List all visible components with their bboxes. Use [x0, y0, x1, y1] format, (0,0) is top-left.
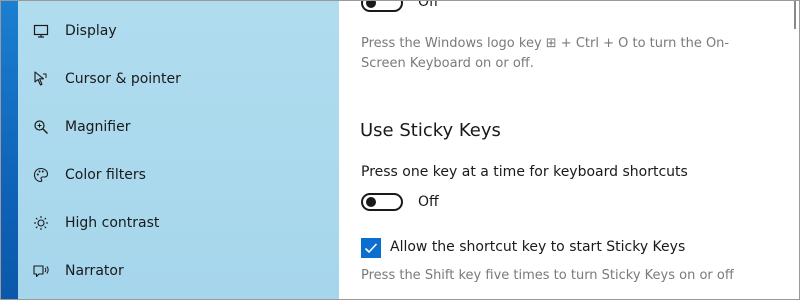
settings-content: Off Press the Windows logo key ⊞ + Ctrl … — [339, 0, 799, 299]
sidebar-item-narrator[interactable]: Narrator — [18, 247, 339, 295]
sticky-keys-shortcut-checkbox-label[interactable]: Allow the shortcut key to start Sticky K… — [390, 239, 685, 255]
monitor-icon — [32, 22, 50, 40]
sticky-keys-toggle-state: Off — [418, 194, 439, 210]
sticky-keys-shortcut-checkbox[interactable] — [361, 238, 381, 258]
settings-window: Display Cursor & pointer Magnifier Color… — [0, 0, 800, 300]
on-screen-keyboard-toggle[interactable] — [361, 1, 403, 12]
cursor-icon — [32, 70, 50, 88]
sidebar-item-label: Cursor & pointer — [65, 71, 181, 87]
sidebar-item-cursor-pointer[interactable]: Cursor & pointer — [18, 55, 339, 103]
sticky-keys-shortcut-description: Press the Shift key five times to turn S… — [361, 268, 734, 283]
toggle-knob — [366, 197, 376, 207]
high-contrast-icon — [32, 214, 50, 232]
checkmark-icon — [364, 239, 378, 258]
sidebar: Display Cursor & pointer Magnifier Color… — [18, 1, 339, 299]
sidebar-item-label: High contrast — [65, 215, 160, 231]
sidebar-item-label: Narrator — [65, 263, 124, 279]
sidebar-item-label: Display — [65, 23, 117, 39]
sticky-keys-toggle-description: Press one key at a time for keyboard sho… — [361, 164, 688, 180]
scrollbar[interactable] — [794, 1, 796, 29]
color-palette-icon — [32, 166, 50, 184]
sticky-keys-toggle[interactable] — [361, 193, 403, 211]
section-heading-sticky-keys: Use Sticky Keys — [360, 120, 501, 141]
sidebar-item-display[interactable]: Display — [18, 7, 339, 55]
magnifier-icon — [32, 118, 50, 136]
sidebar-item-label: Magnifier — [65, 119, 131, 135]
narrator-icon — [32, 262, 50, 280]
toggle-knob — [366, 1, 376, 8]
sidebar-item-color-filters[interactable]: Color filters — [18, 151, 339, 199]
on-screen-keyboard-description: Press the Windows logo key ⊞ + Ctrl + O … — [361, 36, 730, 71]
sidebar-item-high-contrast[interactable]: High contrast — [18, 199, 339, 247]
sidebar-item-label: Color filters — [65, 167, 146, 183]
sidebar-item-magnifier[interactable]: Magnifier — [18, 103, 339, 151]
desktop-background — [1, 1, 18, 299]
on-screen-keyboard-toggle-state: Off — [418, 0, 439, 10]
